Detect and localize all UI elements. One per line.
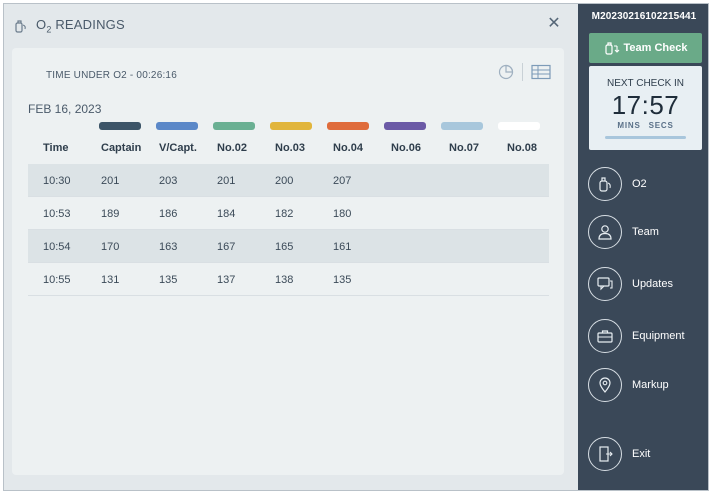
table-row: 10:30 201 203 201 200 207 — [28, 164, 549, 197]
table-view-icon[interactable] — [531, 64, 551, 80]
table-row: 10:54 170 163 167 165 161 — [28, 230, 549, 263]
panel-title: O2 READINGS — [36, 17, 125, 35]
sidebar: M20230216102215441 Team Check NEXT CHECK… — [578, 4, 708, 490]
nav-label-team: Team — [632, 226, 659, 238]
cell-reading: 167 — [217, 241, 236, 253]
cell-reading: 163 — [159, 241, 178, 253]
nav-item-team[interactable]: Team — [588, 214, 708, 250]
cell-reading: 165 — [275, 241, 294, 253]
map-pin-icon — [588, 368, 622, 402]
time-under-o2: TIME UNDER O2 - 00:26:16 — [46, 70, 177, 81]
cell-time: 10:53 — [43, 208, 71, 220]
cell-time: 10:55 — [43, 274, 71, 286]
nav-item-markup[interactable]: Markup — [588, 367, 708, 403]
col-header-no03: No.03 — [275, 142, 305, 154]
exit-icon — [588, 437, 622, 471]
cell-reading: 201 — [101, 175, 120, 187]
cell-reading: 137 — [217, 274, 236, 286]
view-toggle — [498, 63, 551, 81]
col-header-no02: No.02 — [217, 142, 247, 154]
cell-reading: 161 — [333, 241, 352, 253]
secs-label: SECS — [648, 121, 674, 130]
reading-date: FEB 16, 2023 — [28, 102, 102, 116]
nav-label-exit: Exit — [632, 448, 651, 460]
close-icon[interactable]: ✕ — [546, 16, 562, 32]
table-body: 10:30 201 203 201 200 207 10:53 189 186 184 182 180… — [28, 164, 549, 296]
cell-reading: 135 — [159, 274, 178, 286]
readings-table: Time Captain V/Capt. No.02 No.03 No.04 N… — [28, 131, 549, 296]
cell-time: 10:30 — [43, 175, 71, 187]
next-check-countdown: 17:57 — [611, 90, 680, 120]
app-window: O2 READINGS ✕ TIME UNDER O2 - 00:26:16 F… — [3, 3, 709, 491]
mins-label: MINS — [617, 121, 641, 130]
cell-time: 10:54 — [43, 241, 71, 253]
swatch-vcapt — [156, 122, 198, 130]
toolbox-icon — [588, 319, 622, 353]
cell-reading: 186 — [159, 208, 178, 220]
swatch-no07 — [441, 122, 483, 130]
nav-item-updates[interactable]: Updates — [588, 266, 708, 302]
team-check-label: Team Check — [623, 42, 688, 54]
chat-icon — [588, 267, 622, 301]
cell-reading: 200 — [275, 175, 294, 187]
oxygen-tank-icon — [15, 20, 26, 33]
swatch-no06 — [384, 122, 426, 130]
o2-readings-panel: O2 READINGS ✕ TIME UNDER O2 - 00:26:16 F… — [4, 4, 578, 490]
cell-reading: 207 — [333, 175, 352, 187]
col-header-no04: No.04 — [333, 142, 363, 154]
cell-reading: 201 — [217, 175, 236, 187]
pie-chart-icon[interactable] — [498, 64, 514, 80]
cell-reading: 138 — [275, 274, 294, 286]
nav-item-exit[interactable]: Exit — [588, 436, 708, 472]
nav-label-o2: O2 — [632, 178, 647, 190]
col-header-captain: Captain — [101, 142, 142, 154]
oxygen-tank-icon — [588, 167, 622, 201]
table-row: 10:55 131 135 137 138 135 — [28, 263, 549, 296]
cell-reading: 189 — [101, 208, 120, 220]
cell-reading: 184 — [217, 208, 236, 220]
col-header-time: Time — [43, 142, 69, 154]
cell-reading: 182 — [275, 208, 294, 220]
nav-label-markup: Markup — [632, 379, 669, 391]
cell-reading: 170 — [101, 241, 120, 253]
cell-reading: 135 — [333, 274, 352, 286]
divider — [522, 63, 523, 81]
person-icon — [588, 215, 622, 249]
team-check-button[interactable]: Team Check — [589, 33, 702, 63]
swatch-captain — [99, 122, 141, 130]
nav-item-o2[interactable]: O2 — [588, 166, 708, 202]
swatch-no04 — [327, 122, 369, 130]
col-header-no07: No.07 — [449, 142, 479, 154]
nav-label-equipment: Equipment — [632, 330, 685, 342]
panel-titlebar: O2 READINGS — [14, 16, 125, 36]
col-header-no06: No.06 — [391, 142, 421, 154]
next-check-label: NEXT CHECK IN — [606, 78, 685, 89]
countdown-progress-bar — [605, 136, 686, 139]
cell-reading: 180 — [333, 208, 352, 220]
cell-reading: 203 — [159, 175, 178, 187]
col-header-vcapt: V/Capt. — [159, 142, 197, 154]
readings-card: TIME UNDER O2 - 00:26:16 FEB 16, 2023 Ti… — [12, 48, 564, 475]
swatch-no08 — [498, 122, 540, 130]
oxygen-tank-icon — [604, 42, 619, 55]
nav-item-equipment[interactable]: Equipment — [588, 318, 708, 354]
nav-label-updates: Updates — [632, 278, 673, 290]
swatch-no02 — [213, 122, 255, 130]
countdown-units: MINS SECS — [589, 121, 702, 130]
cell-reading: 131 — [101, 274, 120, 286]
table-header: Time Captain V/Capt. No.02 No.03 No.04 N… — [28, 131, 549, 164]
mission-id: M20230216102215441 — [591, 11, 697, 22]
next-check-card: NEXT CHECK IN 17:57 MINS SECS — [589, 66, 702, 150]
table-row: 10:53 189 186 184 182 180 — [28, 197, 549, 230]
swatch-no03 — [270, 122, 312, 130]
col-header-no08: No.08 — [507, 142, 537, 154]
